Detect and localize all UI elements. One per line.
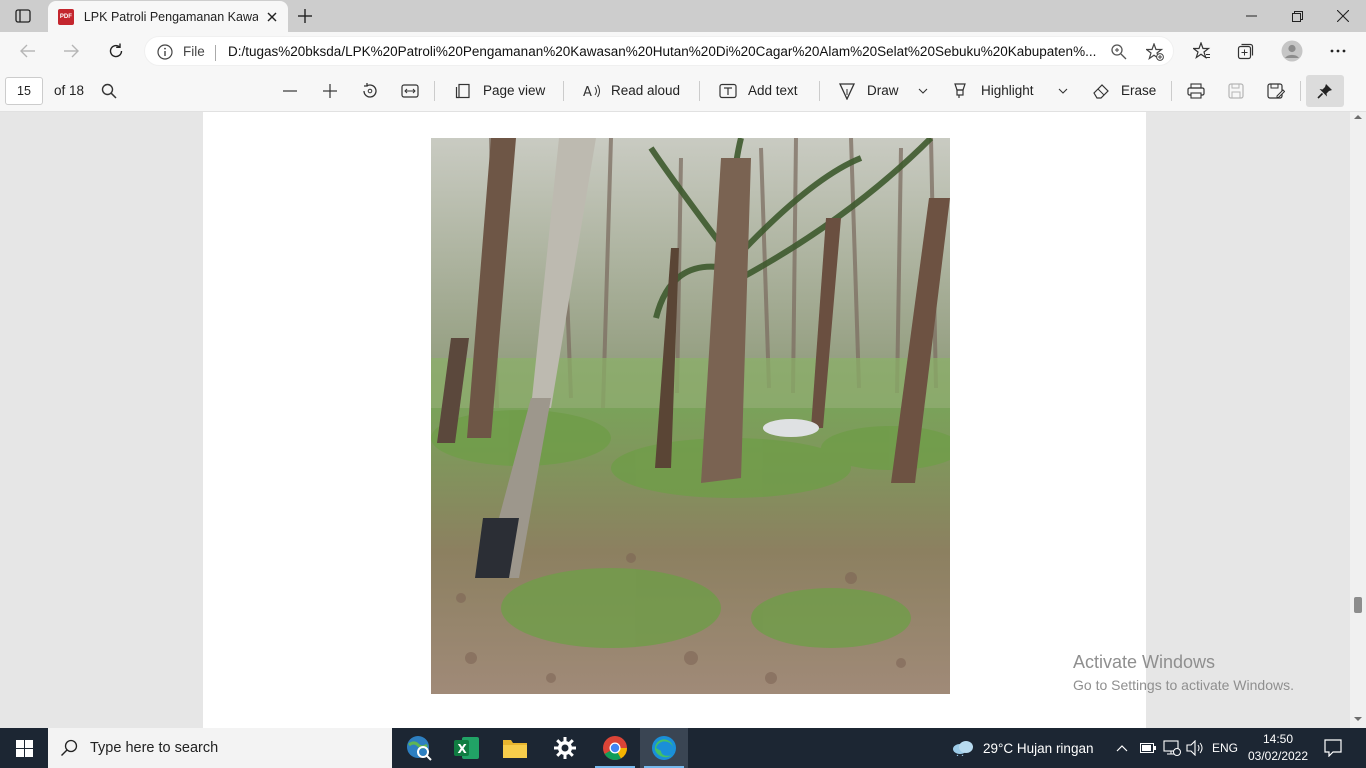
divider (434, 81, 435, 101)
page-view-button[interactable]: Page view (483, 83, 545, 98)
address-bar[interactable]: File D:/tugas%20bksda/LPK%20Patroli%20Pe… (144, 36, 1174, 66)
network-icon[interactable] (1163, 728, 1181, 768)
excel-app-icon[interactable]: X (443, 728, 491, 768)
tab-title: LPK Patroli Pengamanan Kawasan (83, 9, 259, 24)
divider (215, 45, 216, 61)
search-icon (61, 739, 78, 756)
search-icon[interactable] (99, 81, 119, 101)
battery-icon[interactable] (1140, 728, 1156, 768)
pdf-page (203, 112, 1146, 728)
chrome-app-icon[interactable] (591, 728, 639, 768)
page-total: of 18 (54, 83, 85, 98)
minimize-button[interactable] (1228, 0, 1274, 32)
active-tab[interactable]: PDF LPK Patroli Pengamanan Kawasan (48, 1, 288, 32)
add-text-icon[interactable] (718, 81, 738, 101)
draw-button[interactable]: Draw (867, 83, 899, 98)
system-clock[interactable]: 14:50 03/02/2022 (1244, 731, 1312, 765)
chevron-down-icon[interactable] (913, 81, 933, 101)
svg-text:A: A (583, 85, 592, 99)
print-icon[interactable] (1186, 81, 1206, 101)
edge-app-icon[interactable] (640, 728, 688, 768)
divider (819, 81, 820, 101)
chevron-down-icon[interactable] (1053, 81, 1073, 101)
draw-icon[interactable] (837, 81, 857, 101)
zoom-icon[interactable] (1110, 43, 1128, 61)
file-explorer-app-icon[interactable] (491, 728, 539, 768)
watermark-subtitle: Go to Settings to activate Windows. (1073, 677, 1294, 693)
page-view-icon[interactable] (453, 81, 473, 101)
new-tab-button[interactable] (294, 6, 316, 26)
pin-toolbar-icon[interactable] (1306, 75, 1344, 107)
zoom-out-icon[interactable] (280, 81, 300, 101)
erase-button[interactable]: Erase (1121, 83, 1156, 98)
read-aloud-icon[interactable]: A (582, 81, 602, 101)
read-aloud-button[interactable]: Read aloud (611, 83, 680, 98)
cloud-rain-icon (953, 741, 973, 756)
add-favorite-icon[interactable] (1144, 42, 1164, 61)
rotate-icon[interactable] (360, 81, 380, 101)
forest-photo (431, 138, 950, 694)
search-placeholder: Type here to search (90, 740, 219, 756)
taskbar-search-box[interactable]: Type here to search (48, 728, 392, 768)
pdf-icon: PDF (58, 8, 74, 25)
save-as-icon[interactable] (1266, 81, 1286, 101)
fit-width-icon[interactable] (400, 81, 420, 101)
divider (563, 81, 564, 101)
weather-text: 29°C Hujan ringan (983, 740, 1094, 756)
highlight-button[interactable]: Highlight (981, 83, 1034, 98)
show-hidden-icons[interactable] (1116, 728, 1128, 768)
windows-start-icon[interactable] (0, 728, 48, 768)
erase-icon[interactable] (1091, 81, 1111, 101)
clock-time: 14:50 (1262, 732, 1294, 746)
restore-button[interactable] (1274, 0, 1320, 32)
tab-bar: PDF LPK Patroli Pengamanan Kawasan (0, 0, 1366, 32)
notification-icon[interactable] (1324, 728, 1342, 768)
watermark-title: Activate Windows (1073, 652, 1216, 672)
settings-app-icon[interactable] (541, 728, 589, 768)
globe-search-app-icon[interactable] (395, 728, 443, 768)
tab-actions-icon[interactable] (8, 5, 38, 27)
taskbar: Type here to search X 29°C Hujan ringan … (0, 728, 1366, 768)
svg-text:X: X (458, 742, 468, 756)
divider (699, 81, 700, 101)
close-window-button[interactable] (1320, 0, 1366, 32)
pdf-toolbar: 15 of 18 Page view A Read aloud Add text… (0, 70, 1366, 112)
add-text-button[interactable]: Add text (748, 83, 798, 98)
save-icon (1226, 81, 1246, 101)
vertical-scrollbar[interactable] (1350, 112, 1366, 728)
url-text[interactable]: D:/tugas%20bksda/LPK%20Patroli%20Pengama… (228, 44, 1098, 59)
favorites-icon[interactable] (1187, 37, 1217, 65)
language-indicator[interactable]: ENG (1212, 728, 1238, 768)
pdf-viewer[interactable] (0, 112, 1366, 728)
refresh-button[interactable] (101, 37, 131, 65)
close-tab-icon[interactable] (264, 9, 280, 25)
highlight-icon[interactable] (950, 81, 970, 101)
scrollbar-thumb[interactable] (1354, 597, 1362, 613)
activation-watermark: Activate Windows Go to Settings to activ… (1073, 652, 1294, 693)
page-number-input[interactable]: 15 (5, 77, 43, 105)
profile-avatar[interactable] (1277, 37, 1307, 65)
navigation-bar: File D:/tugas%20bksda/LPK%20Patroli%20Pe… (0, 32, 1366, 70)
divider (1300, 81, 1301, 101)
forward-button[interactable] (56, 37, 86, 65)
volume-icon[interactable] (1186, 728, 1204, 768)
collections-icon[interactable] (1231, 37, 1261, 65)
file-label: File (183, 44, 205, 59)
divider (1171, 81, 1172, 101)
more-options-icon[interactable] (1323, 37, 1353, 65)
clock-date: 03/02/2022 (1247, 749, 1309, 763)
zoom-in-icon[interactable] (320, 81, 340, 101)
weather-widget[interactable]: 29°C Hujan ringan (952, 728, 1093, 768)
back-button[interactable] (13, 37, 43, 65)
info-icon[interactable] (157, 44, 173, 60)
